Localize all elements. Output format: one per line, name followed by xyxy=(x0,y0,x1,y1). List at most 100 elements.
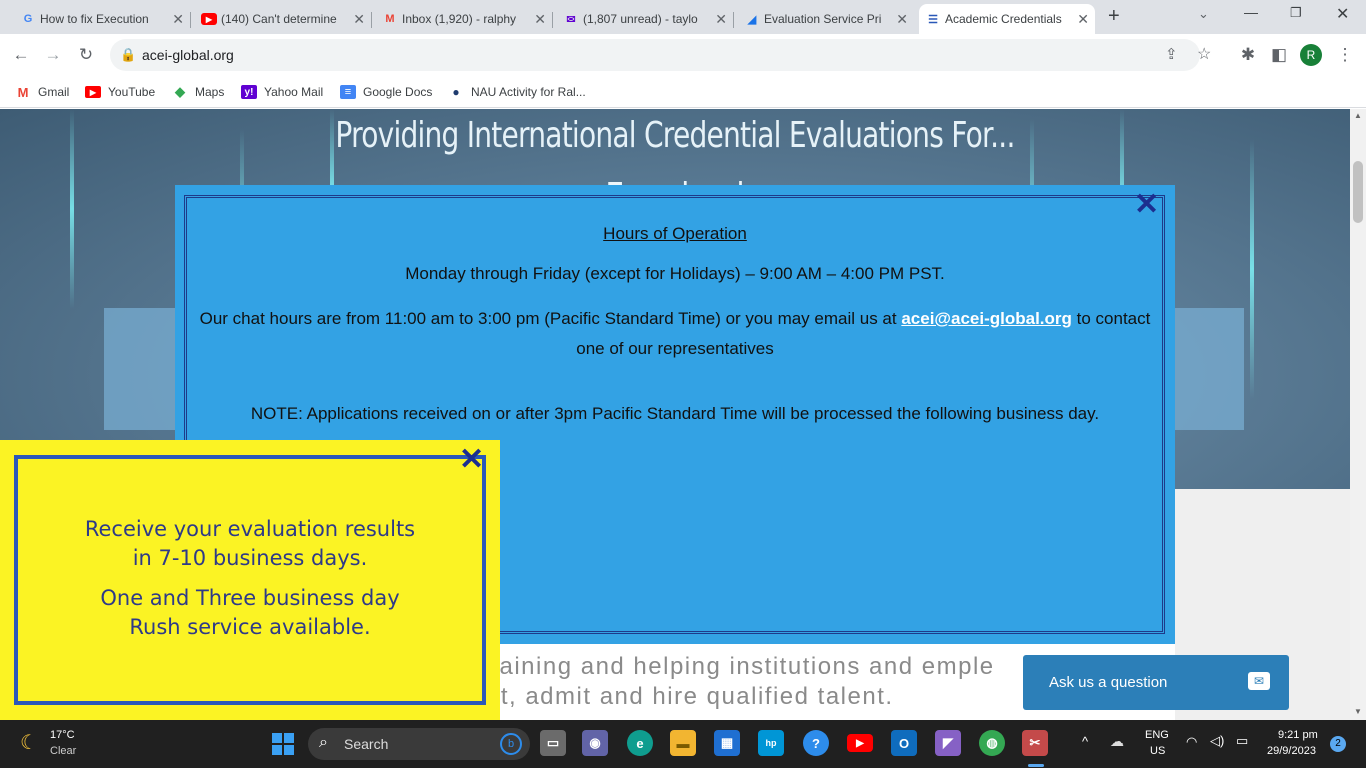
hero-panel-left[interactable] xyxy=(104,308,184,430)
close-icon[interactable]: ✕ xyxy=(715,11,727,28)
tab-separator xyxy=(190,12,191,28)
windows-start-icon[interactable] xyxy=(272,733,294,755)
browser-tab[interactable]: ◢ Evaluation Service Pri ✕ xyxy=(738,4,914,34)
language-indicator[interactable]: ENG xyxy=(1145,729,1169,741)
youtube-app-icon[interactable]: ▶ xyxy=(847,734,873,752)
tab-title: How to fix Execution xyxy=(40,12,149,26)
reload-icon[interactable]: ↻ xyxy=(75,44,97,66)
window-close-icon[interactable]: ✕ xyxy=(1336,4,1349,24)
start-tile xyxy=(272,733,282,743)
email-link[interactable]: acei@acei-global.org xyxy=(901,309,1072,328)
language-region[interactable]: US xyxy=(1150,745,1165,757)
cloud-icon[interactable]: ☁ xyxy=(1110,733,1124,750)
bookmark-youtube[interactable]: ▶ YouTube xyxy=(85,82,155,102)
clock-date[interactable]: 29/9/2023 xyxy=(1267,745,1316,757)
taskbar-search[interactable]: ⌕ Search b xyxy=(308,728,530,760)
side-panel-icon[interactable]: ◧ xyxy=(1268,44,1290,66)
browser-tab[interactable]: ✉ (1,807 unread) - taylo ✕ xyxy=(557,4,734,34)
profile-avatar[interactable]: R xyxy=(1300,44,1322,66)
share-icon[interactable]: ⇪ xyxy=(1165,45,1178,63)
tagline-line: raining and helping institutions and emp… xyxy=(490,653,995,680)
myhp-icon[interactable]: hp xyxy=(758,730,784,756)
browser-toolbar: ← → ↻ 🔒 acei-global.org ⇪ ☆ ✱ ◧ R ⋮ xyxy=(0,34,1366,76)
notification-badge[interactable]: 2 xyxy=(1330,736,1346,752)
gmail-icon: M xyxy=(17,84,29,100)
weather-desc[interactable]: Clear xyxy=(50,745,76,757)
edge-icon[interactable]: e xyxy=(627,730,653,756)
hero-panel-right[interactable] xyxy=(1164,308,1244,430)
page-scrollbar[interactable]: ▲ ▼ xyxy=(1350,109,1366,720)
weather-temp[interactable]: 17°C xyxy=(50,729,75,741)
close-icon[interactable]: ✕ xyxy=(534,11,546,28)
forward-icon[interactable]: → xyxy=(42,44,64,66)
promo-text-primary: Receive your evaluation results in 7-10 … xyxy=(0,515,500,573)
outlook-icon[interactable]: O xyxy=(891,730,917,756)
tab-title: Academic Credentials xyxy=(945,12,1062,26)
show-hidden-icons[interactable]: ^ xyxy=(1082,734,1088,749)
tab-title: (1,807 unread) - taylo xyxy=(583,12,698,26)
yahoo-mail-icon: ✉ xyxy=(566,13,576,26)
bookmark-star-icon[interactable]: ☆ xyxy=(1197,44,1211,64)
clock-time[interactable]: 9:21 pm xyxy=(1278,729,1318,741)
tab-separator xyxy=(552,12,553,28)
close-icon[interactable]: ✕ xyxy=(896,11,908,28)
start-tile xyxy=(272,745,282,755)
moon-weather-icon[interactable]: ☾ xyxy=(20,730,38,755)
scroll-down-icon[interactable]: ▼ xyxy=(1354,707,1362,716)
address-bar[interactable]: 🔒 acei-global.org ⇪ ☆ xyxy=(110,39,1211,71)
modal-note: NOTE: Applications received on or after … xyxy=(175,403,1175,425)
browser-tab[interactable]: ▶ (140) Can't determine ✕ xyxy=(195,4,372,34)
promo-line: Receive your evaluation results xyxy=(84,517,416,541)
tab-search-icon[interactable]: ⌄ xyxy=(1198,6,1209,22)
back-icon[interactable]: ← xyxy=(10,44,32,66)
ask-question-chat-button[interactable]: Ask us a question ✉ xyxy=(1023,655,1289,710)
search-placeholder: Search xyxy=(344,736,389,752)
extensions-icon[interactable]: ✱ xyxy=(1237,44,1259,66)
chrome-icon[interactable]: ◍ xyxy=(979,730,1005,756)
teams-icon[interactable]: ◉ xyxy=(582,730,608,756)
restore-icon[interactable]: ❐ xyxy=(1290,5,1302,21)
wifi-icon[interactable]: ◠ xyxy=(1186,734,1197,750)
promo-close-icon[interactable]: ✕ xyxy=(459,445,484,475)
promo-border xyxy=(14,455,486,705)
note-text: Applications received on or after 3pm Pa… xyxy=(302,404,1100,423)
browser-tab-active[interactable]: ☰ Academic Credentials ✕ xyxy=(919,4,1095,34)
menu-icon[interactable]: ⋮ xyxy=(1334,44,1356,66)
bookmark-yahoo-mail[interactable]: y! Yahoo Mail xyxy=(241,82,323,102)
bookmark-label: Google Docs xyxy=(363,85,433,99)
volume-icon[interactable]: ◁) xyxy=(1210,733,1224,749)
bookmark-nau-activity[interactable]: ● NAU Activity for Ral... xyxy=(448,82,586,102)
promo-line: One and Three business day xyxy=(100,586,400,610)
chat-button-label: Ask us a question xyxy=(1049,674,1168,691)
docs-icon: ≡ xyxy=(340,85,356,99)
battery-icon[interactable]: ▭ xyxy=(1236,733,1248,749)
browser-tab[interactable]: M Inbox (1,920) - ralphy ✕ xyxy=(376,4,553,34)
decor-light-ray xyxy=(70,109,74,309)
modal-close-icon[interactable]: ✕ xyxy=(1134,190,1159,220)
store-icon[interactable]: ▦ xyxy=(714,730,740,756)
tagline-line: it, admit and hire qualified talent. xyxy=(494,683,894,710)
close-icon[interactable]: ✕ xyxy=(353,11,365,28)
minimize-icon[interactable]: — xyxy=(1244,4,1258,20)
visual-studio-icon[interactable]: ◤ xyxy=(935,730,961,756)
bookmark-gmail[interactable]: M Gmail xyxy=(15,82,70,102)
promo-text-secondary: One and Three business day Rush service … xyxy=(0,584,500,642)
close-icon[interactable]: ✕ xyxy=(1077,11,1089,28)
task-view-icon[interactable]: ▭ xyxy=(540,730,566,756)
scroll-up-icon[interactable]: ▲ xyxy=(1354,111,1362,120)
bookmark-maps[interactable]: ◆ Maps xyxy=(172,82,224,102)
bookmark-google-docs[interactable]: ≡ Google Docs xyxy=(340,82,432,102)
bookmarks-bar: M Gmail ▶ YouTube ◆ Maps y! Yahoo Mail ≡… xyxy=(0,76,1366,108)
browser-tab-strip: G How to fix Execution ✕ ▶ (140) Can't d… xyxy=(0,0,1366,34)
bookmark-label: NAU Activity for Ral... xyxy=(471,85,586,99)
tab-title: (140) Can't determine xyxy=(221,12,337,26)
bing-icon[interactable]: b xyxy=(500,733,522,755)
scrollbar-thumb[interactable] xyxy=(1353,161,1363,223)
help-icon[interactable]: ? xyxy=(803,730,829,756)
close-icon[interactable]: ✕ xyxy=(172,11,184,28)
new-tab-button[interactable]: + xyxy=(1108,5,1120,28)
browser-tab[interactable]: G How to fix Execution ✕ xyxy=(14,4,191,34)
file-explorer-icon[interactable]: ▬ xyxy=(670,730,696,756)
tab-title: Inbox (1,920) - ralphy xyxy=(402,12,517,26)
snipping-tool-icon[interactable]: ✂ xyxy=(1022,730,1048,756)
